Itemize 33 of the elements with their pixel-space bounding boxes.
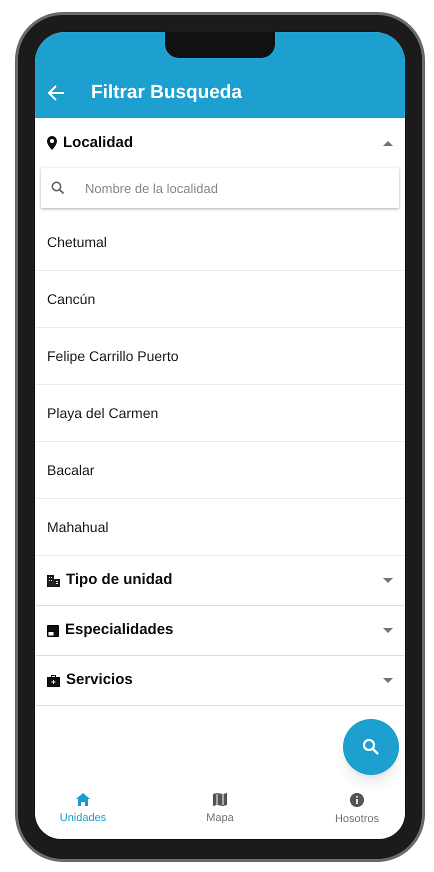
info-icon: [350, 792, 364, 807]
search-field[interactable]: Nombre de la localidad: [41, 168, 399, 208]
nav-tab[interactable]: Mapa: [182, 793, 258, 827]
medical-kit-icon: [47, 674, 60, 686]
location-option[interactable]: Playa del Carmen: [35, 385, 405, 442]
section-title: Especialidades: [65, 620, 174, 640]
card-icon: [47, 624, 59, 636]
home-icon: [76, 793, 90, 806]
location-pin-icon: [47, 136, 57, 150]
section-header[interactable]: Tipo de unidad: [35, 556, 405, 606]
section-title: Localidad: [63, 132, 134, 153]
search-icon: [51, 181, 65, 195]
section-title: Servicios: [66, 670, 134, 690]
location-option[interactable]: Bacalar: [35, 442, 405, 499]
caret-down-icon: [383, 628, 393, 633]
caret-down-icon: [383, 678, 393, 683]
search-icon: [362, 738, 380, 756]
section-header[interactable]: Especialidades: [35, 606, 405, 656]
screen-title: Filtrar Busqueda: [91, 80, 242, 105]
caret-up-icon: [383, 140, 393, 146]
building-icon: [47, 574, 60, 586]
location-option[interactable]: Felipe Carrillo Puerto: [35, 328, 405, 385]
section-title: Tipo de unidad: [66, 570, 174, 590]
map-icon: [213, 793, 227, 806]
back-arrow-icon[interactable]: [47, 85, 65, 101]
nav-tab[interactable]: Hosotros: [319, 792, 395, 828]
location-option[interactable]: Chetumal: [35, 214, 405, 271]
caret-down-icon: [383, 578, 393, 583]
section-header[interactable]: Servicios: [35, 656, 405, 706]
section-header[interactable]: Localidad: [35, 118, 405, 168]
location-option[interactable]: Mahahual: [35, 499, 405, 556]
location-option[interactable]: Cancún: [35, 271, 405, 328]
search-fab[interactable]: [343, 719, 399, 775]
